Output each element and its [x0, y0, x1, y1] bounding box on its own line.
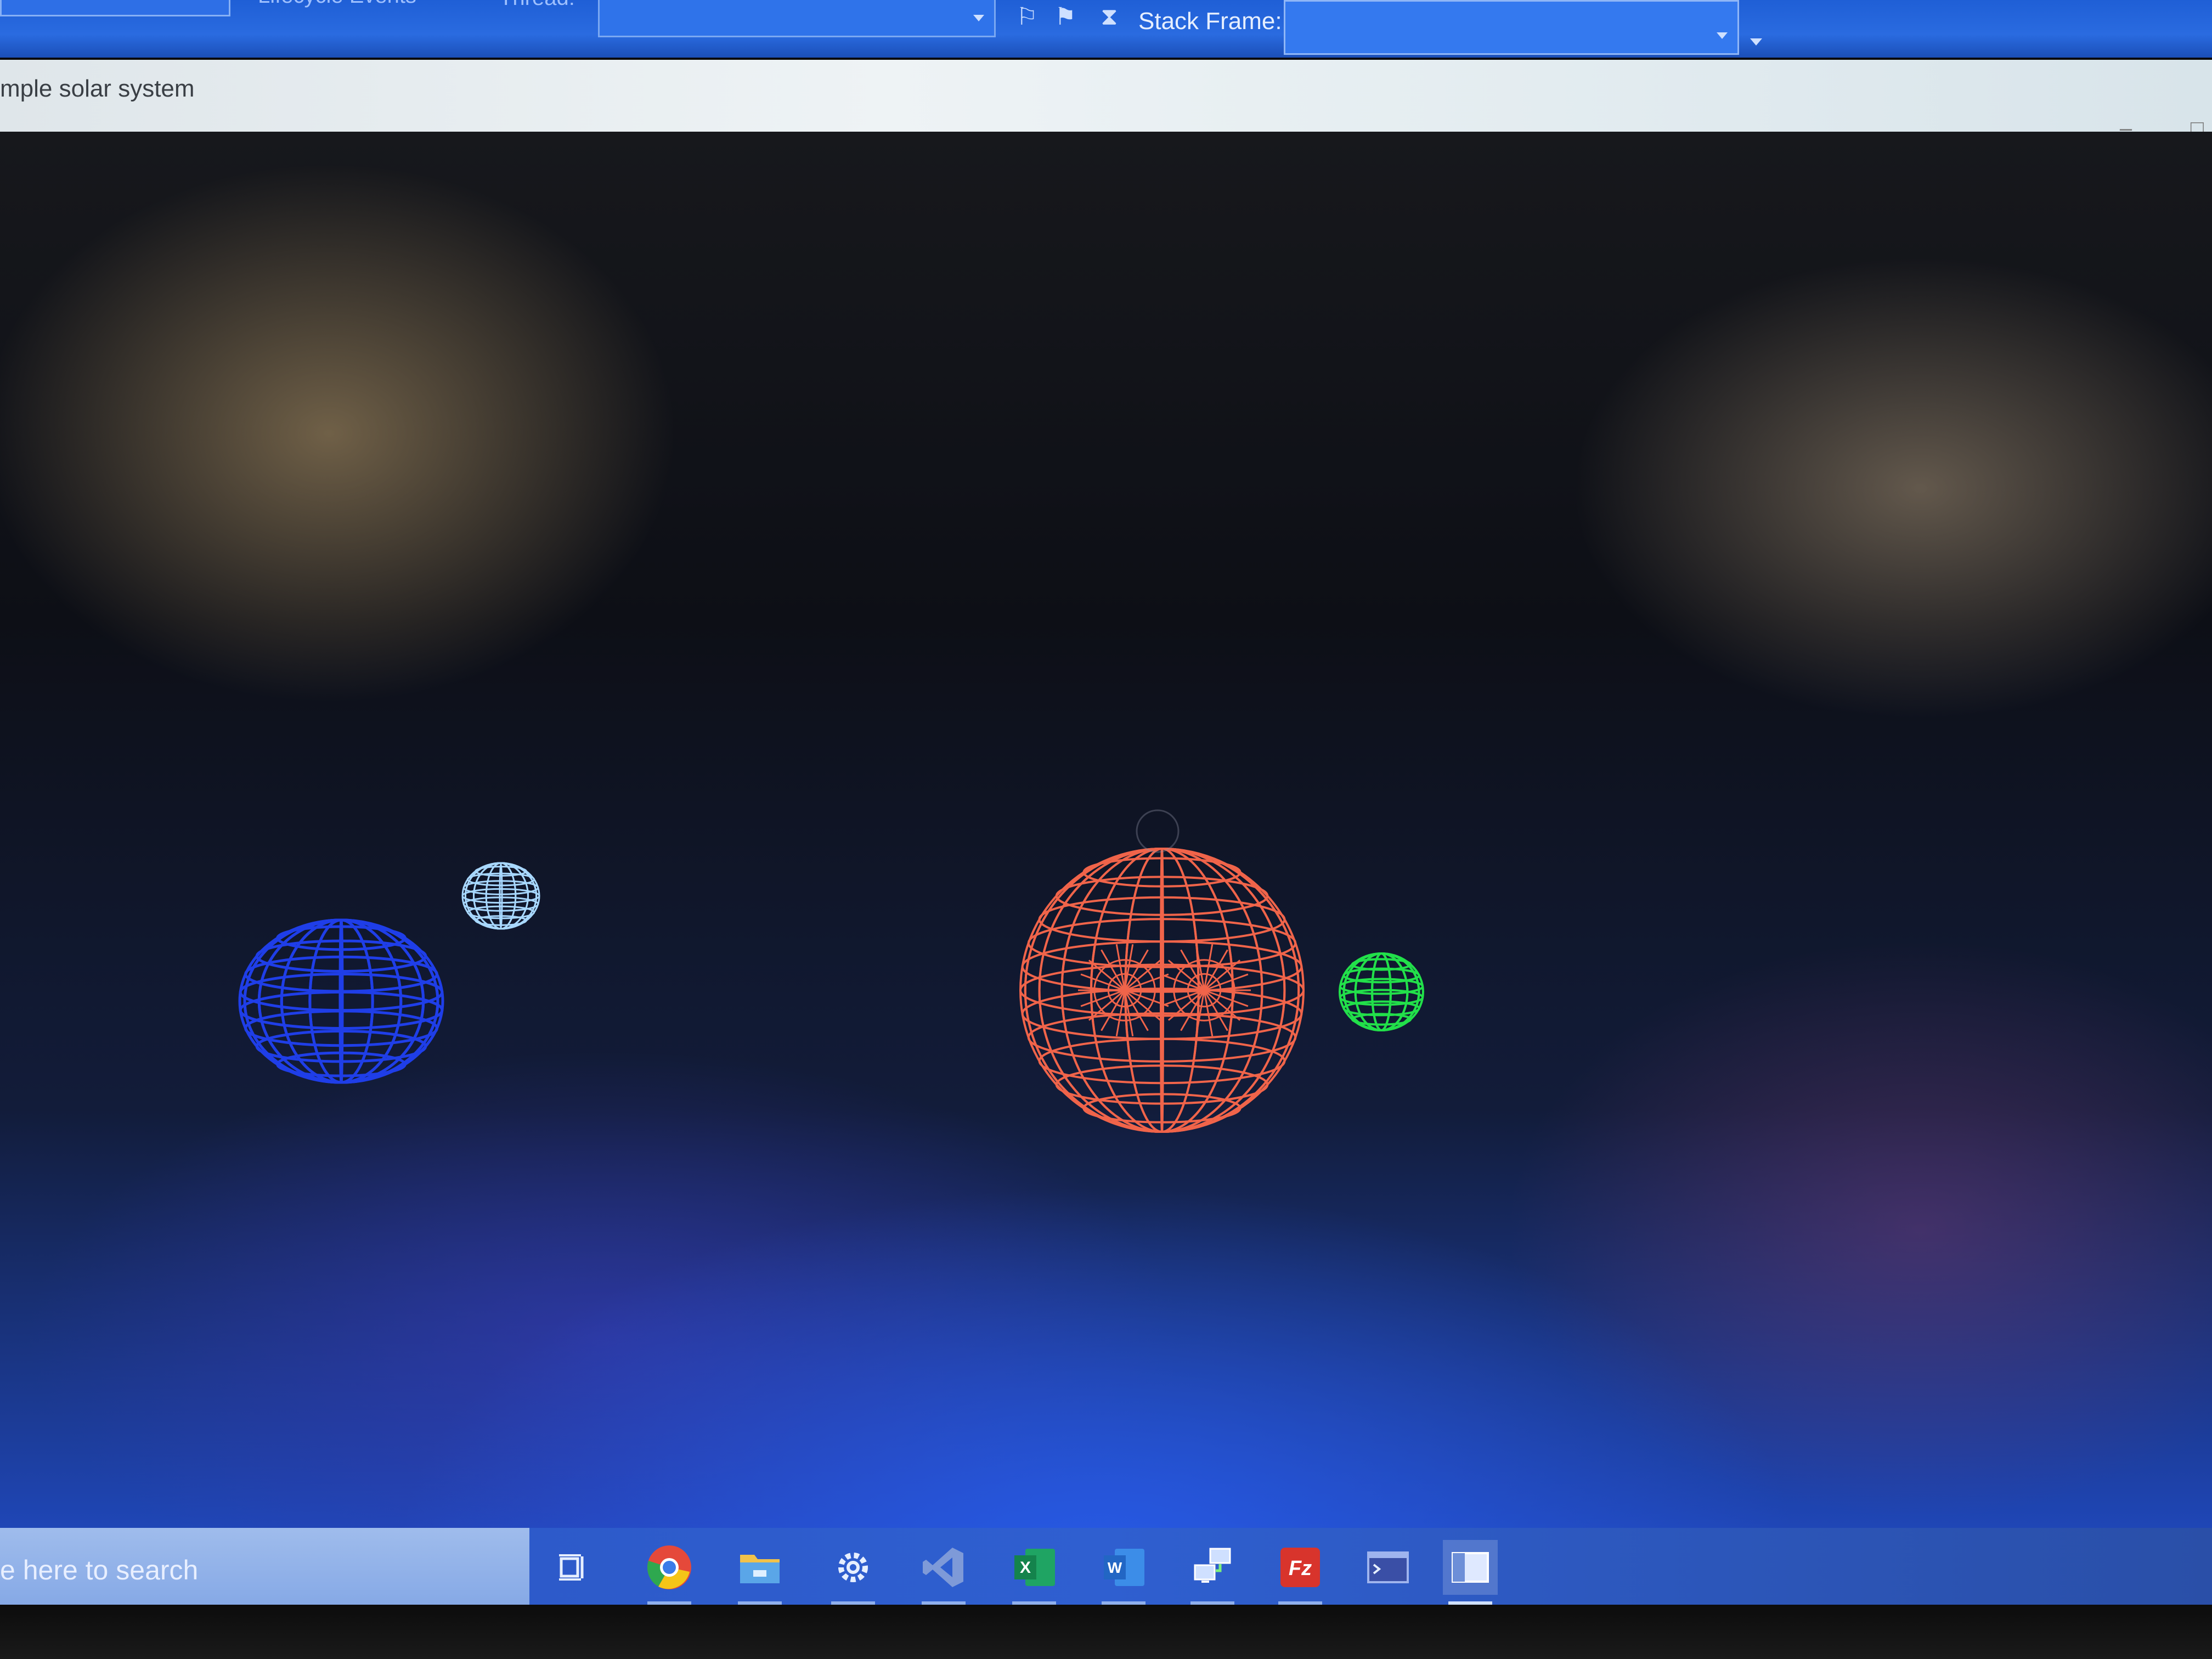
window-title: mple solar system [0, 75, 195, 102]
light-blue-moon-sphere [461, 862, 540, 930]
excel-icon[interactable]: X [1007, 1540, 1062, 1605]
task-view-icon[interactable] [546, 1540, 601, 1595]
debug-toolbar: Lifecycle Events Thread: ⚐ ⚑ ⧗ Stack Fra… [0, 0, 2212, 58]
settings-icon[interactable] [826, 1540, 881, 1605]
process-dropdown[interactable] [0, 0, 230, 16]
thread-label: Thread: [499, 0, 575, 10]
search-input[interactable]: e here to search [0, 1528, 529, 1605]
chevron-down-icon [973, 15, 984, 21]
orbit-hint [1136, 809, 1180, 853]
stack-frame-label: Stack Frame: [1138, 8, 1282, 35]
filter-icon[interactable]: ⧗ [1094, 2, 1124, 32]
stack-frame-dropdown[interactable] [1284, 0, 1739, 55]
chevron-down-icon [1717, 32, 1728, 39]
window-title-bar: mple solar system – □ [0, 58, 2212, 140]
blue-planet-sphere [238, 918, 444, 1084]
render-viewport[interactable] [0, 132, 2212, 1528]
chrome-icon[interactable] [642, 1540, 697, 1605]
sun-sphere [1019, 848, 1305, 1133]
monitor-bezel [0, 1605, 2212, 1659]
green-planet-sphere [1339, 952, 1424, 1031]
terminal-icon[interactable] [1361, 1540, 1415, 1595]
flag-threads-icon[interactable]: ⚑ [1051, 2, 1080, 32]
toolbar-overflow-icon[interactable] [1750, 38, 1762, 46]
flag-icon[interactable]: ⚐ [1012, 2, 1042, 32]
search-placeholder: e here to search [0, 1555, 199, 1585]
taskbar: e here to search X W Fz [0, 1528, 2212, 1605]
excel-letter: X [1020, 1559, 1031, 1577]
lifecycle-events-button[interactable]: Lifecycle Events [258, 0, 416, 8]
network-icon[interactable] [1185, 1540, 1240, 1605]
file-explorer-icon[interactable] [732, 1540, 787, 1605]
solar-system-scene [238, 809, 1424, 1133]
filezilla-icon[interactable]: Fz [1273, 1540, 1328, 1605]
word-icon[interactable]: W [1096, 1540, 1151, 1605]
app-window-icon[interactable] [1443, 1540, 1498, 1605]
visual-studio-icon[interactable] [916, 1540, 971, 1605]
filezilla-letters: Fz [1289, 1557, 1312, 1580]
thread-dropdown[interactable] [598, 0, 996, 37]
word-letter: W [1108, 1559, 1122, 1576]
